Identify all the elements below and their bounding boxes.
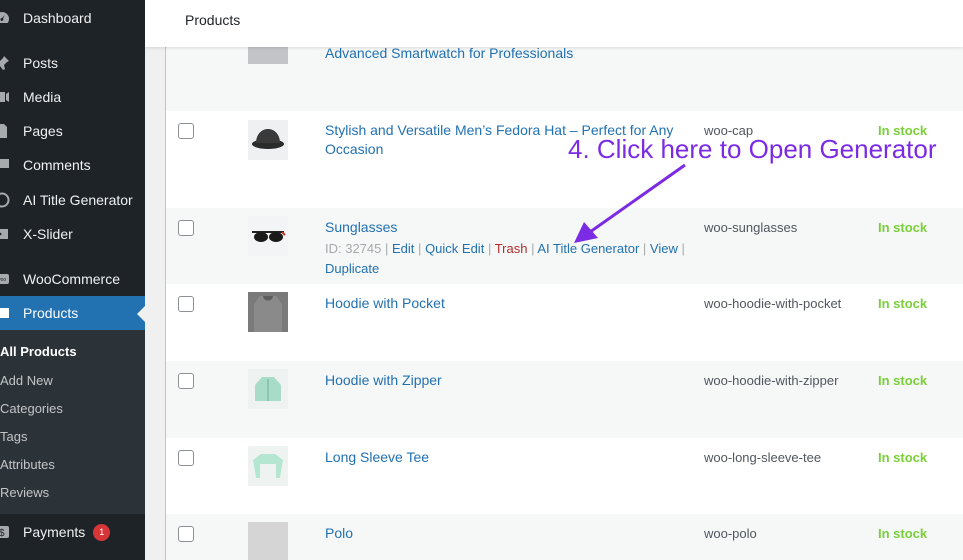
product-sku: woo-sunglasses bbox=[704, 220, 798, 235]
menu-payments[interactable]: $ Payments 1 bbox=[0, 515, 145, 549]
submenu-reviews[interactable]: Reviews bbox=[0, 485, 49, 500]
menu-posts[interactable]: Posts bbox=[0, 46, 145, 80]
products-submenu: All Products Add New Categories Tags Att… bbox=[0, 330, 145, 514]
product-thumbnail-placeholder[interactable] bbox=[248, 522, 288, 560]
woo-icon: woo bbox=[0, 271, 10, 287]
hoodie-icon bbox=[254, 296, 282, 332]
slider-icon bbox=[0, 226, 10, 242]
menu-dashboard-label: Dashboard bbox=[23, 10, 92, 26]
cap-icon bbox=[252, 129, 284, 149]
submenu-all-products[interactable]: All Products bbox=[0, 344, 77, 359]
admin-sidebar: Dashboard Posts Media Pages Comments AI … bbox=[0, 0, 145, 560]
stock-status: In stock bbox=[878, 296, 928, 311]
menu-products-label: Products bbox=[23, 305, 79, 321]
menu-products[interactable]: Products bbox=[0, 296, 145, 330]
product-sku: woo-long-sleeve-tee bbox=[704, 450, 822, 465]
svg-text:woo: woo bbox=[0, 277, 6, 283]
comment-icon bbox=[0, 157, 10, 173]
product-sku: woo-polo bbox=[704, 526, 757, 541]
menu-ai-title-label: AI Title Generator bbox=[23, 192, 133, 208]
product-id: ID: 32745 bbox=[325, 241, 382, 256]
product-name-link[interactable]: Polo bbox=[325, 524, 695, 543]
sunglasses-icon bbox=[252, 231, 286, 242]
product-sku: woo-hoodie-with-pocket bbox=[704, 296, 842, 311]
menu-media[interactable]: Media bbox=[0, 80, 145, 114]
product-name-link[interactable]: Hoodie with Zipper bbox=[325, 371, 695, 390]
separator: | bbox=[487, 241, 492, 256]
menu-comments[interactable]: Comments bbox=[0, 148, 145, 182]
row-checkbox[interactable] bbox=[178, 450, 194, 466]
separator: | bbox=[531, 241, 535, 256]
submenu-attributes[interactable]: Attributes bbox=[0, 457, 55, 472]
row-checkbox[interactable] bbox=[178, 296, 194, 312]
duplicate-link[interactable]: Duplicate bbox=[325, 261, 379, 276]
separator: | bbox=[385, 241, 389, 256]
menu-pages-label: Pages bbox=[23, 123, 63, 139]
menu-media-label: Media bbox=[23, 89, 62, 105]
product-thumbnail[interactable] bbox=[248, 446, 288, 486]
dollar-icon: $ bbox=[0, 524, 10, 540]
active-menu-arrow bbox=[137, 306, 145, 322]
submenu-tags[interactable]: Tags bbox=[0, 429, 27, 444]
menu-dashboard[interactable]: Dashboard bbox=[0, 1, 145, 35]
product-name-link[interactable]: Long Sleeve Tee bbox=[325, 448, 695, 467]
product-sku: woo-hoodie-with-zipper bbox=[704, 373, 839, 388]
long-sleeve-tee-icon bbox=[253, 454, 283, 478]
page-title: Products bbox=[185, 12, 241, 28]
pin-icon bbox=[0, 55, 10, 71]
annotation-arrow-icon bbox=[574, 163, 686, 243]
menu-woocommerce[interactable]: woo WooCommerce bbox=[0, 262, 145, 296]
product-name-link[interactable]: Hoodie with Pocket bbox=[325, 294, 695, 313]
trash-link[interactable]: Trash bbox=[495, 241, 528, 256]
edit-link[interactable]: Edit bbox=[392, 241, 414, 256]
submenu-categories[interactable]: Categories bbox=[0, 401, 63, 416]
menu-woocommerce-label: WooCommerce bbox=[23, 271, 120, 287]
stock-status: In stock bbox=[878, 450, 928, 465]
menu-ai-title-generator[interactable]: AI Title Generator bbox=[0, 183, 145, 217]
media-icon bbox=[0, 89, 10, 105]
menu-x-slider[interactable]: X-Slider bbox=[0, 217, 145, 251]
pages-icon bbox=[0, 123, 10, 139]
menu-x-slider-label: X-Slider bbox=[23, 226, 73, 242]
submenu-add-new[interactable]: Add New bbox=[0, 373, 53, 388]
products-icon bbox=[0, 305, 10, 321]
menu-pages[interactable]: Pages bbox=[0, 114, 145, 148]
table-row: Polo woo-polo In stock bbox=[166, 514, 963, 560]
product-thumbnail[interactable] bbox=[248, 292, 288, 332]
product-thumbnail[interactable] bbox=[248, 120, 288, 160]
quick-edit-link[interactable]: Quick Edit bbox=[425, 241, 484, 256]
table-row: Hoodie with Pocket woo-hoodie-with-pocke… bbox=[166, 284, 963, 361]
payments-count-badge: 1 bbox=[93, 523, 111, 541]
products-table: Advanced Smartwatch for Professionals St… bbox=[165, 0, 963, 560]
zip-hoodie-icon bbox=[255, 377, 281, 401]
menu-posts-label: Posts bbox=[23, 55, 59, 71]
row-checkbox[interactable] bbox=[178, 526, 194, 542]
svg-text:$: $ bbox=[0, 528, 5, 539]
table-row: Hoodie with Zipper woo-hoodie-with-zippe… bbox=[166, 361, 963, 438]
menu-comments-label: Comments bbox=[23, 157, 91, 173]
stock-status: In stock bbox=[878, 373, 928, 388]
stock-status: In stock bbox=[878, 526, 928, 541]
stock-status: In stock bbox=[878, 220, 928, 235]
separator: | bbox=[418, 241, 422, 256]
product-thumbnail[interactable] bbox=[248, 216, 288, 256]
product-thumbnail[interactable] bbox=[248, 369, 288, 409]
row-checkbox[interactable] bbox=[178, 123, 194, 139]
menu-payments-label: Payments bbox=[23, 524, 86, 540]
ai-circle-icon bbox=[0, 192, 10, 208]
table-row: Long Sleeve Tee woo-long-sleeve-tee In s… bbox=[166, 438, 963, 514]
dashboard-icon bbox=[0, 10, 10, 26]
row-checkbox[interactable] bbox=[178, 220, 194, 236]
row-checkbox[interactable] bbox=[178, 373, 194, 389]
page-header: Products bbox=[145, 0, 963, 47]
